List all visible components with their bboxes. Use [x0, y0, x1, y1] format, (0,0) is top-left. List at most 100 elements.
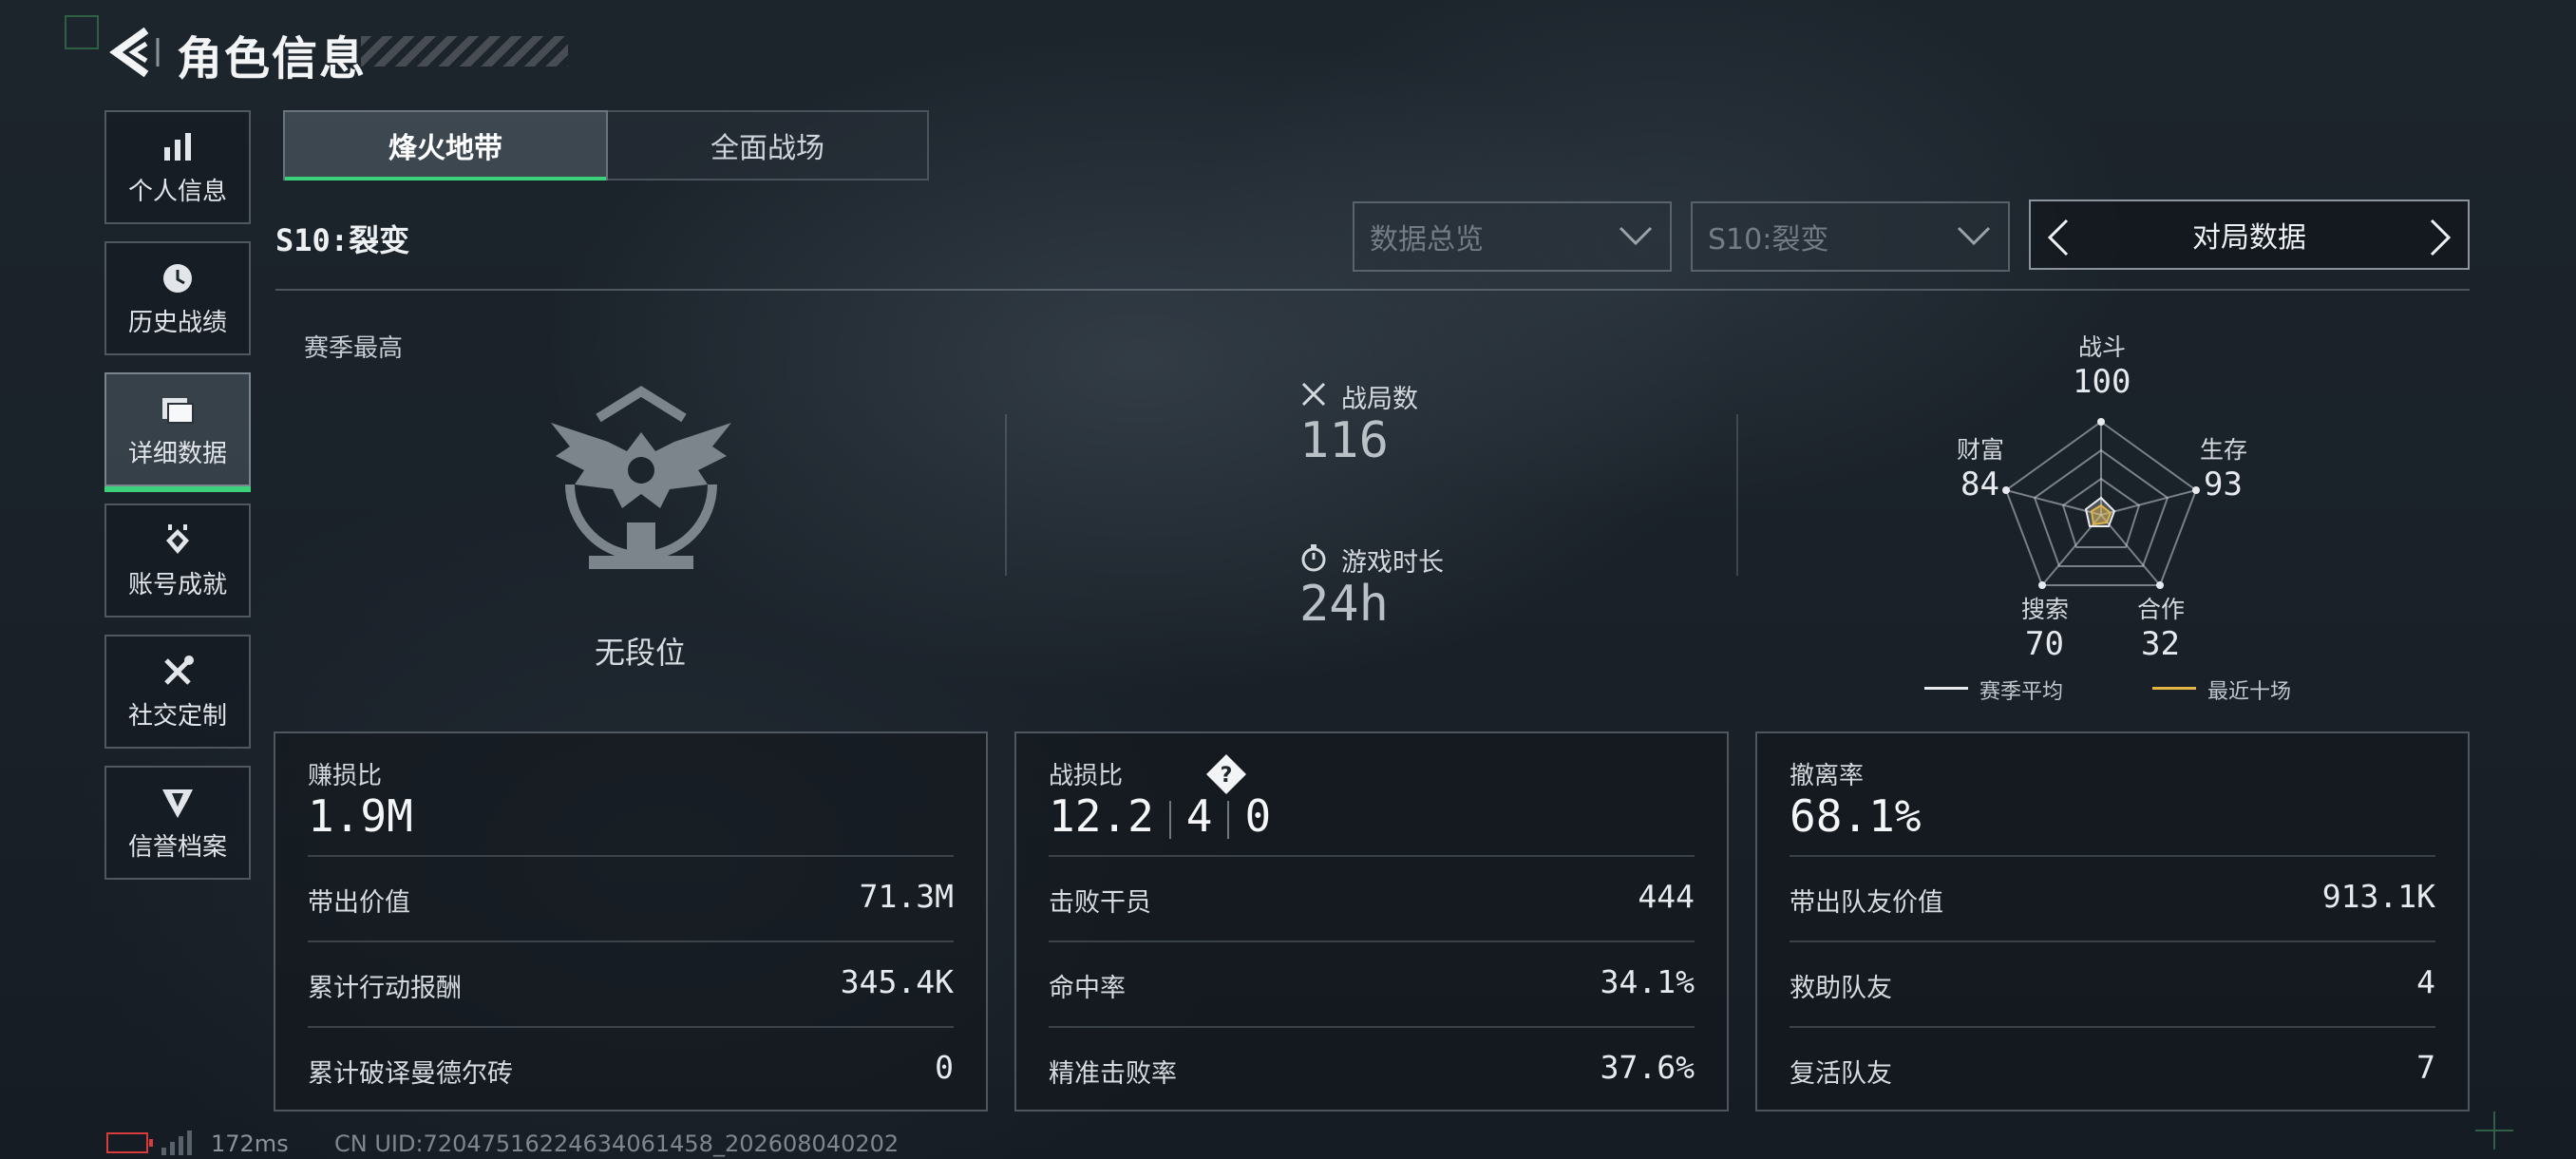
tools-icon	[164, 655, 194, 685]
radar-label-cooperation: 合作	[2137, 596, 2186, 623]
reputation-badge-icon	[162, 788, 193, 818]
kd-values: 12.2 4 0	[1049, 790, 1271, 842]
row-value: 37.6%	[1600, 1049, 1695, 1086]
legend-label-season-average: 赛季平均	[1979, 680, 2064, 704]
kd-ratio-value: 12.2	[1049, 790, 1154, 842]
radar-chart	[2002, 418, 2200, 589]
row-label: 精准击败率	[1049, 1059, 1177, 1089]
nav-item-achievements[interactable]: 账号成就	[104, 504, 251, 618]
stat-row: 带出队友价值 913.1K	[1790, 855, 2435, 942]
row-label: 带出队友价值	[1790, 888, 1943, 918]
row-value: 4	[2416, 963, 2435, 1000]
kd-third-value: 0	[1244, 790, 1272, 842]
row-value: 71.3M	[859, 878, 954, 915]
nav-item-detailed-data[interactable]: 详细数据	[104, 372, 251, 492]
stat-row: 累计行动报酬 345.4K	[308, 940, 954, 1028]
nav-item-social[interactable]: 社交定制	[104, 635, 251, 749]
matches-value: 116	[1299, 412, 1389, 469]
dropdown-value: 数据总览	[1370, 223, 1484, 256]
chevron-right-icon[interactable]	[2428, 218, 2454, 256]
row-label: 累计行动报酬	[308, 974, 462, 1003]
panel-title: 赚损比	[308, 762, 383, 790]
nav-item-personal-info[interactable]: 个人信息	[104, 110, 251, 224]
page-title: 角色信息	[177, 32, 368, 86]
radar-label-search: 搜索	[2021, 596, 2070, 623]
radar-label-wealth: 财富	[1957, 436, 2005, 464]
stat-row: 带出价值 71.3M	[308, 855, 954, 942]
achievement-icon	[166, 523, 189, 554]
stat-row: 复活队友 7	[1790, 1026, 2435, 1113]
playtime-value: 24h	[1299, 576, 1389, 633]
tab-full-battlefield[interactable]: 全面战场	[608, 110, 929, 180]
corner-marker	[65, 15, 99, 49]
back-button[interactable]	[104, 25, 161, 80]
row-label: 复活队友	[1790, 1059, 1892, 1089]
row-value: 0	[935, 1049, 954, 1086]
stat-row: 累计破译曼德尔砖 0	[308, 1026, 954, 1113]
section-divider	[1736, 414, 1738, 576]
radar-value-survival: 93	[2204, 466, 2243, 504]
nav-item-reputation[interactable]: 信誉档案	[104, 766, 251, 880]
row-label: 带出价值	[308, 888, 410, 918]
nav-item-history[interactable]: 历史战绩	[104, 241, 251, 355]
chevron-down-icon	[1957, 226, 1991, 246]
extraction-rate-panel: 撤离率 68.1% 带出队友价值 913.1K 救助队友 4 复活队友 7	[1755, 732, 2470, 1112]
history-clock-icon	[163, 263, 192, 293]
battery-icon	[106, 1132, 153, 1153]
kd-second-value: 4	[1185, 790, 1213, 842]
chevron-left-icon[interactable]	[2044, 218, 2071, 256]
back-arrow-icon	[109, 27, 160, 78]
value-separator	[1227, 800, 1230, 839]
crosshair-icon	[2475, 1112, 2513, 1150]
nav-label: 社交定制	[127, 701, 227, 731]
radar-value-search: 70	[2025, 625, 2064, 663]
radar-label-survival: 生存	[2200, 436, 2248, 464]
legend-swatch-season-average	[1924, 687, 1968, 690]
chevron-down-icon	[1619, 226, 1653, 246]
season-dropdown[interactable]: S10:裂变	[1691, 201, 2010, 272]
radar-value-cooperation: 32	[2141, 625, 2180, 663]
nav-label: 历史战绩	[127, 308, 227, 337]
title-decoration	[361, 36, 568, 66]
svg-text:?: ?	[1221, 764, 1233, 788]
match-data-switcher: 对局数据	[2029, 200, 2470, 270]
rank-name: 无段位	[595, 635, 687, 671]
panel-title: 撤离率	[1790, 762, 1865, 790]
kd-ratio-panel: 战损比 ? 12.2 4 0 击败干员 444 命中率 34.1% 精准击败率 37…	[1014, 732, 1729, 1112]
panel-title: 战损比	[1049, 762, 1124, 790]
radar-value-wealth: 84	[1960, 466, 1999, 504]
playtime-label: 游戏时长	[1341, 548, 1444, 578]
eagle-rank-emblem-icon	[551, 386, 731, 569]
switcher-label: 对局数据	[2192, 221, 2306, 255]
stat-row: 击败干员 444	[1049, 855, 1695, 942]
section-divider	[1005, 414, 1007, 576]
row-value: 444	[1638, 878, 1695, 915]
radar-value-combat: 100	[2073, 363, 2131, 401]
crossed-swords-icon	[1301, 382, 1326, 407]
nav-label: 账号成就	[127, 570, 227, 599]
nav-label: 个人信息	[127, 177, 227, 206]
tab-fire-zone[interactable]: 烽火地带	[283, 110, 608, 180]
profit-ratio-panel: 赚损比 1.9M 带出价值 71.3M 累计行动报酬 345.4K 累计破译曼德…	[274, 732, 988, 1112]
nav-label: 信誉档案	[127, 832, 227, 862]
uid-text: CN UID:72047516224634061458_202608040202	[334, 1130, 900, 1157]
extraction-rate-value: 68.1%	[1790, 790, 1922, 842]
season-label: S10:裂变	[275, 222, 410, 258]
ping-text: 172ms	[211, 1130, 289, 1157]
stat-row: 救助队友 4	[1790, 940, 2435, 1028]
profit-ratio-value: 1.9M	[308, 790, 413, 842]
dropdown-value: S10:裂变	[1708, 223, 1829, 256]
season-best-label: 赛季最高	[304, 334, 404, 363]
nav-label: 详细数据	[127, 439, 227, 468]
row-value: 345.4K	[840, 963, 954, 1000]
row-value: 34.1%	[1600, 963, 1695, 1000]
stopwatch-icon	[1301, 544, 1326, 572]
legend-swatch-recent-ten	[2152, 687, 2196, 690]
row-value: 7	[2416, 1049, 2435, 1086]
folder-icon	[162, 397, 194, 424]
matches-label: 战局数	[1341, 385, 1418, 414]
row-value: 913.1K	[2321, 878, 2435, 915]
data-overview-dropdown[interactable]: 数据总览	[1353, 201, 1672, 272]
radar-label-combat: 战斗	[2078, 333, 2127, 361]
row-label: 累计破译曼德尔砖	[308, 1059, 513, 1089]
